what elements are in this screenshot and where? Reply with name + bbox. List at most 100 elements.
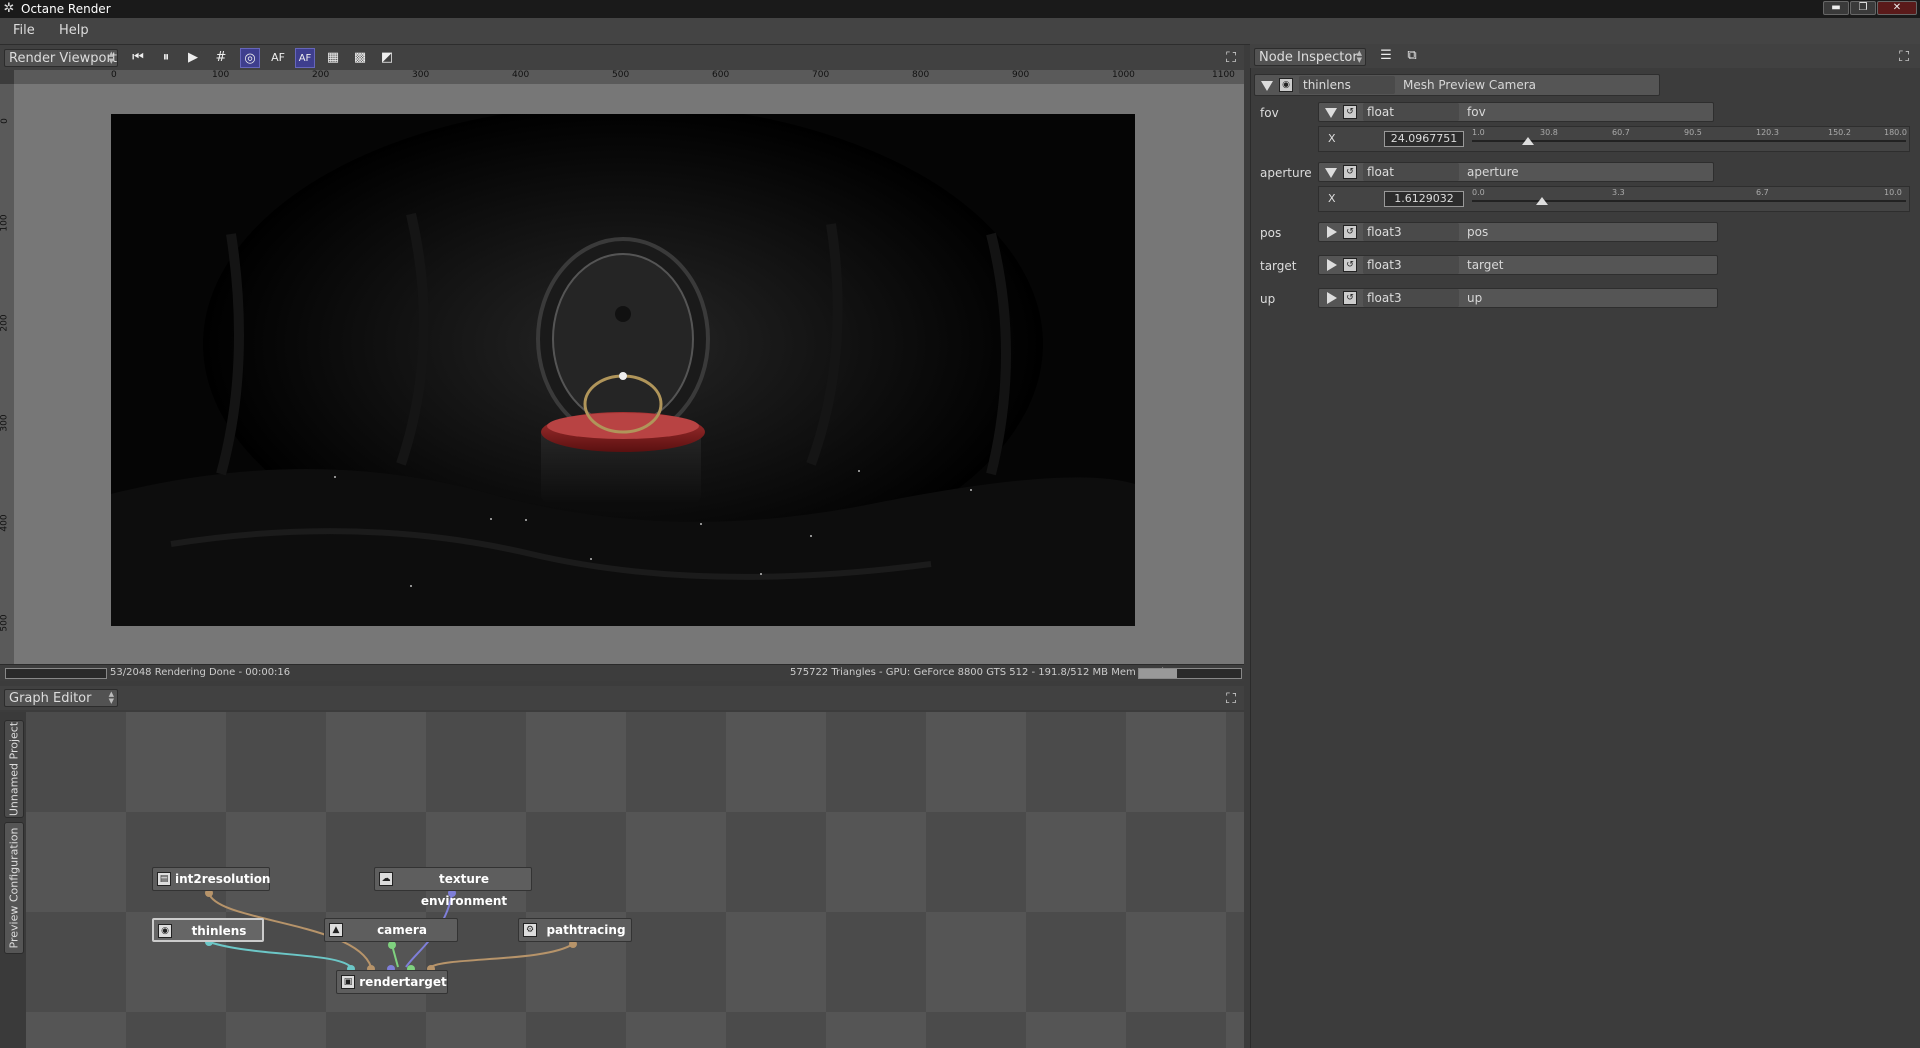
param-label-up: up bbox=[1260, 292, 1276, 306]
slider-tick: 6.7 bbox=[1756, 188, 1769, 197]
collapse-arrow-icon[interactable] bbox=[1325, 168, 1337, 178]
ruler-label: 500 bbox=[612, 70, 630, 80]
param-label-aperture: aperture bbox=[1260, 166, 1312, 180]
expand-arrow-icon[interactable] bbox=[1327, 226, 1337, 238]
param-node-fov[interactable]: ↺ float fov bbox=[1318, 102, 1714, 122]
inspector-panel-selector[interactable]: Node Inspector ▲ ▼ bbox=[1254, 48, 1366, 66]
fov-slider[interactable]: 1.0 30.8 60.7 90.5 120.3 150.2 180.0 bbox=[1472, 128, 1907, 145]
updown-arrow-icon: ▲ ▼ bbox=[108, 690, 114, 705]
region-icon[interactable]: ▦ bbox=[323, 48, 343, 68]
ruler-label: 300 bbox=[0, 414, 10, 432]
menu-file[interactable]: File bbox=[13, 23, 35, 38]
link-icon: ↺ bbox=[1343, 291, 1357, 305]
autofocus-icon[interactable]: AF bbox=[268, 48, 288, 68]
ruler-label: 1100 bbox=[1212, 70, 1235, 80]
graph-canvas[interactable]: ▤ int2resolution ☁ texture environment ◉… bbox=[26, 712, 1244, 1048]
param-node-up[interactable]: ↺ float3 up bbox=[1318, 288, 1718, 308]
ruler-label: 0 bbox=[111, 70, 117, 80]
collapse-arrow-icon[interactable] bbox=[1325, 108, 1337, 118]
slider-thumb[interactable] bbox=[1521, 137, 1534, 145]
expand-arrow-icon[interactable] bbox=[1327, 259, 1337, 271]
render-progress-bar bbox=[5, 668, 107, 679]
kernel-node-icon: ⚙ bbox=[523, 923, 537, 937]
rendertarget-node-icon: ▣ bbox=[341, 975, 355, 989]
param-node-target[interactable]: ↺ float3 target bbox=[1318, 255, 1718, 275]
slider-tick: 150.2 bbox=[1828, 128, 1851, 137]
node-type-label: thinlens bbox=[1303, 78, 1351, 92]
aperture-slider[interactable]: 0.0 3.3 6.7 10.0 bbox=[1472, 188, 1906, 205]
slider-tick: 90.5 bbox=[1684, 128, 1702, 137]
pause-icon[interactable]: ⏸ bbox=[156, 48, 176, 68]
node-texture-environment[interactable]: ☁ texture environment bbox=[374, 867, 532, 908]
skip-back-icon[interactable]: ⏮ bbox=[128, 48, 148, 68]
aperture-value-field[interactable]: 1.6129032 bbox=[1384, 191, 1464, 207]
node-pathtracing[interactable]: ⚙ pathtracing bbox=[518, 918, 632, 942]
maximize-inspector-icon[interactable]: ⛶ bbox=[1895, 48, 1913, 66]
tab-label: Unnamed Project bbox=[7, 721, 21, 817]
param-node-pos[interactable]: ↺ float3 pos bbox=[1318, 222, 1718, 242]
param-type-dropdown[interactable]: float bbox=[1363, 163, 1459, 181]
param-name-label: aperture bbox=[1467, 165, 1519, 179]
slider-tick: 0.0 bbox=[1472, 188, 1485, 197]
param-label-target: target bbox=[1260, 259, 1297, 273]
viewport-panel-selector[interactable]: Render Viewport ▲ ▼ bbox=[4, 49, 118, 67]
ruler-label: 100 bbox=[0, 214, 10, 232]
menu-help[interactable]: Help bbox=[59, 23, 89, 38]
close-button[interactable]: ✕ bbox=[1877, 1, 1917, 15]
ruler-label: 500 bbox=[0, 614, 10, 632]
slider-tick: 10.0 bbox=[1884, 188, 1902, 197]
minimize-button[interactable]: ▬ bbox=[1823, 1, 1849, 15]
node-name-label: Mesh Preview Camera bbox=[1403, 78, 1537, 92]
node-thinlens[interactable]: ◉ thinlens bbox=[152, 918, 264, 942]
node-label: texture environment bbox=[420, 872, 508, 908]
maximize-viewport-icon[interactable]: ⛶ bbox=[1222, 49, 1240, 67]
param-type-dropdown[interactable]: float3 bbox=[1363, 223, 1459, 241]
window-title: Octane Render bbox=[21, 2, 111, 16]
slider-tick: 3.3 bbox=[1612, 188, 1625, 197]
param-name-label: up bbox=[1467, 291, 1483, 305]
node-int2resolution[interactable]: ▤ int2resolution bbox=[152, 867, 270, 891]
collapse-arrow-icon[interactable] bbox=[1261, 81, 1273, 91]
node-type-dropdown[interactable]: thinlens bbox=[1299, 76, 1395, 94]
expand-arrow-icon[interactable] bbox=[1327, 292, 1337, 304]
alpha-icon[interactable]: ◩ bbox=[377, 48, 397, 68]
autofocus-picker-icon[interactable]: AF bbox=[295, 48, 315, 68]
restore-button[interactable]: ❐ bbox=[1850, 1, 1876, 15]
slider-tick: 120.3 bbox=[1756, 128, 1779, 137]
play-icon[interactable]: ▶ bbox=[183, 48, 203, 68]
tab-preview-configuration[interactable]: Preview Configuration bbox=[4, 822, 24, 954]
ruler-label: 100 bbox=[212, 70, 230, 80]
ruler-label: 900 bbox=[1012, 70, 1030, 80]
focus-picker-icon[interactable]: ◎ bbox=[240, 48, 260, 68]
fov-value-field[interactable]: 24.0967751 bbox=[1384, 131, 1464, 147]
collapse-all-icon[interactable]: ☰ bbox=[1376, 46, 1396, 66]
ruler-label: 700 bbox=[812, 70, 830, 80]
maximize-graph-icon[interactable]: ⛶ bbox=[1222, 690, 1240, 708]
node-rendertarget[interactable]: ▣ rendertarget bbox=[336, 970, 448, 994]
tab-unnamed-project[interactable]: Unnamed Project bbox=[4, 720, 24, 818]
grid-icon[interactable]: # bbox=[211, 48, 231, 68]
param-type-label: float3 bbox=[1367, 258, 1402, 272]
checker-icon[interactable]: ▩ bbox=[350, 48, 370, 68]
param-type-label: float bbox=[1367, 165, 1394, 179]
ruler-label: 400 bbox=[512, 70, 530, 80]
horizontal-ruler: 0 100 200 300 400 500 600 700 800 900 10… bbox=[14, 70, 1244, 85]
param-type-dropdown[interactable]: float bbox=[1363, 103, 1459, 121]
slider-thumb[interactable] bbox=[1535, 197, 1548, 205]
memory-bar-fill bbox=[1139, 669, 1177, 678]
environment-node-icon: ☁ bbox=[379, 872, 393, 886]
inspector-root-node[interactable]: ◉ thinlens Mesh Preview Camera bbox=[1254, 74, 1660, 96]
node-camera[interactable]: ▲ camera bbox=[324, 918, 458, 942]
expand-all-icon[interactable]: ⧉ bbox=[1402, 46, 1422, 66]
inspector-panel-name: Node Inspector bbox=[1259, 50, 1358, 65]
slider-tick: 1.0 bbox=[1472, 128, 1485, 137]
graph-panel-selector[interactable]: Graph Editor ▲ ▼ bbox=[4, 689, 118, 707]
ruler-label: 300 bbox=[412, 70, 430, 80]
slider-tick: 30.8 bbox=[1540, 128, 1558, 137]
param-node-aperture[interactable]: ↺ float aperture bbox=[1318, 162, 1714, 182]
param-type-dropdown[interactable]: float3 bbox=[1363, 256, 1459, 274]
link-icon: ↺ bbox=[1343, 165, 1357, 179]
ruler-label: 0 bbox=[0, 118, 10, 124]
param-type-dropdown[interactable]: float3 bbox=[1363, 289, 1459, 307]
render-image[interactable] bbox=[111, 114, 1135, 626]
